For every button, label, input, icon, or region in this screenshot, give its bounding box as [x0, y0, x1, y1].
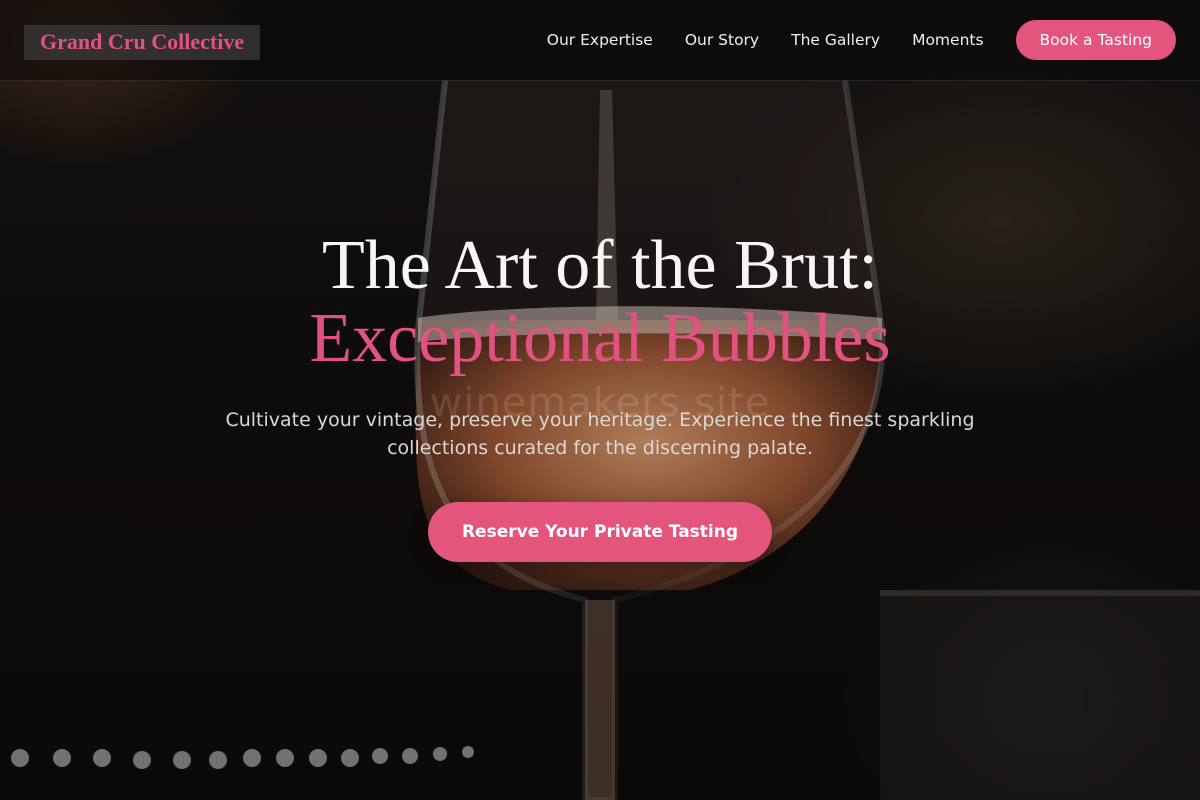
top-navbar: Grand Cru Collective Our Expertise Our S…: [0, 0, 1200, 81]
nav-link-moments[interactable]: Moments: [912, 31, 983, 49]
hero-title-line-1: The Art of the Brut:: [321, 227, 878, 304]
reserve-tasting-button[interactable]: Reserve Your Private Tasting: [428, 502, 772, 562]
hero-section: The Art of the Brut: Exceptional Bubbles: [0, 230, 1200, 376]
nav-links: Our Expertise Our Story The Gallery Mome…: [547, 20, 1176, 60]
hero-title-line-2: Exceptional Bubbles: [309, 300, 891, 377]
nav-link-our-story[interactable]: Our Story: [685, 31, 759, 49]
nav-link-the-gallery[interactable]: The Gallery: [791, 31, 880, 49]
nav-link-our-expertise[interactable]: Our Expertise: [547, 31, 653, 49]
book-tasting-button[interactable]: Book a Tasting: [1015, 20, 1176, 60]
brand-logo[interactable]: Grand Cru Collective: [24, 25, 261, 60]
hero-subtitle: Cultivate your vintage, preserve your he…: [225, 409, 975, 459]
